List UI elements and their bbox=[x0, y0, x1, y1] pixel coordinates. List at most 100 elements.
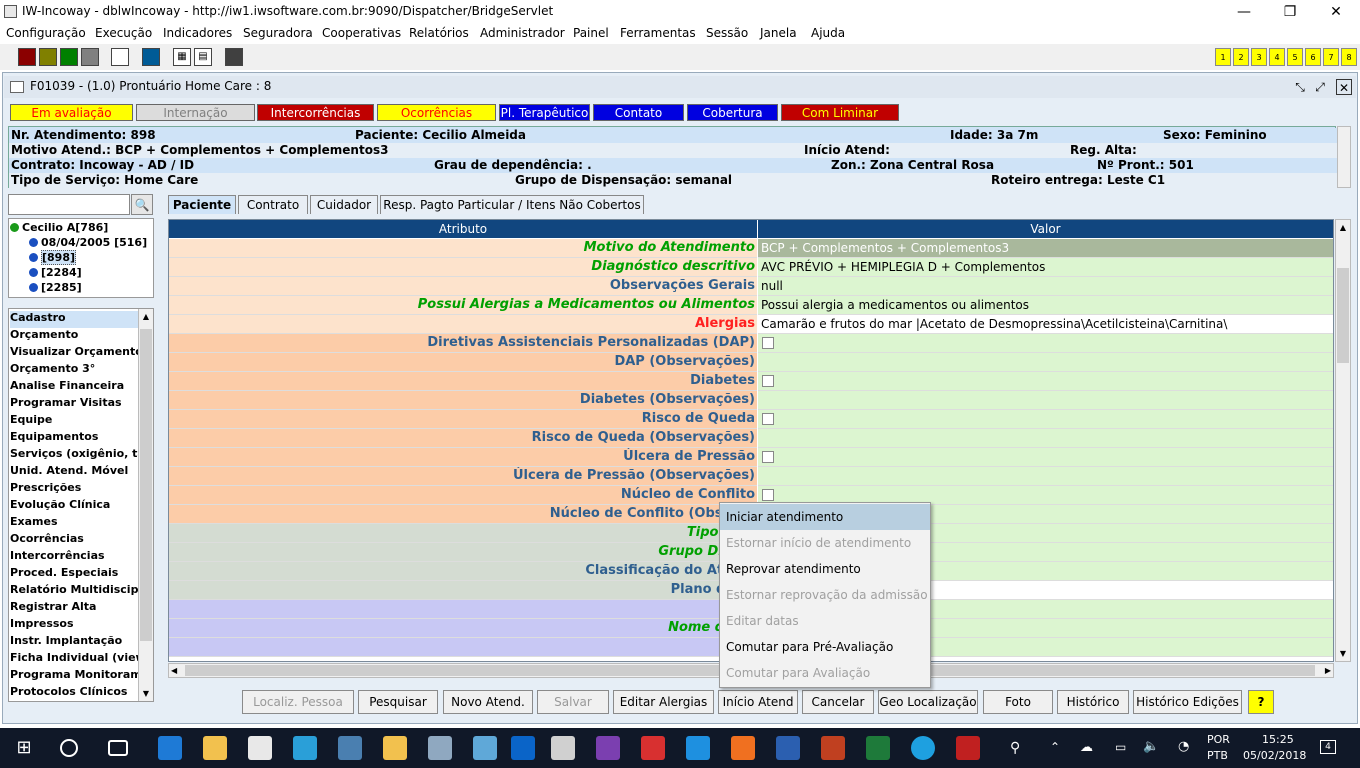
value-cell[interactable]: null bbox=[758, 277, 1333, 296]
toolbar-color-button-2[interactable] bbox=[39, 48, 57, 66]
status-tab-ocorrencias[interactable]: Ocorrências bbox=[377, 104, 496, 121]
historico-edicoes-button[interactable]: Histórico Edições bbox=[1133, 690, 1242, 714]
menu-item-comutar-pre-avaliacao[interactable]: Comutar para Pré-Avaliação bbox=[720, 634, 930, 660]
menu-seguradora[interactable]: Seguradora bbox=[243, 26, 313, 40]
scroll-down-icon[interactable]: ▼ bbox=[139, 686, 153, 701]
toolbar-dark-button[interactable] bbox=[225, 48, 243, 66]
language-secondary[interactable]: PTB bbox=[1207, 749, 1228, 762]
toolbar-color-button-3[interactable] bbox=[60, 48, 78, 66]
menu-relatorios[interactable]: Relatórios bbox=[409, 26, 469, 40]
menu-administrador[interactable]: Administrador bbox=[480, 26, 565, 40]
table-row[interactable]: Observações Gerais null bbox=[169, 277, 1333, 296]
skype-icon[interactable] bbox=[911, 736, 935, 760]
inicio-atend-button[interactable]: Início Atend bbox=[718, 690, 798, 714]
table-row[interactable]: DAP (Observações) bbox=[169, 353, 1333, 372]
quick-button-2[interactable]: 2 bbox=[1233, 48, 1249, 66]
nav-item-18[interactable]: Impressos bbox=[10, 617, 140, 634]
table-row[interactable]: Diretivas Assistenciais Personalizadas (… bbox=[169, 334, 1333, 353]
tree-root[interactable]: Cecilio A[786] bbox=[10, 221, 108, 234]
value-cell[interactable]: Possui alergia a medicamentos ou aliment… bbox=[758, 296, 1333, 315]
scroll-up-icon[interactable]: ▲ bbox=[1336, 220, 1350, 235]
nav-item-17[interactable]: Registrar Alta bbox=[10, 600, 140, 617]
notifications-icon[interactable]: 4 bbox=[1320, 740, 1336, 754]
nav-item-21[interactable]: Programa Monitoramer bbox=[10, 668, 140, 685]
nav-item-15[interactable]: Proced. Especiais bbox=[10, 566, 140, 583]
toolbar-blue-button[interactable] bbox=[142, 48, 160, 66]
scroll-right-icon[interactable]: ▶ bbox=[1325, 664, 1331, 677]
toolbar-color-button-4[interactable] bbox=[81, 48, 99, 66]
app-red-icon[interactable] bbox=[641, 736, 665, 760]
menu-item-reprovar-atendimento[interactable]: Reprovar atendimento bbox=[720, 556, 930, 582]
store-icon[interactable] bbox=[293, 736, 317, 760]
scroll-left-icon[interactable]: ◀ bbox=[171, 664, 177, 677]
nav-scrollbar[interactable]: ▲ ▼ bbox=[138, 309, 153, 701]
tree-node-2284[interactable]: [2284] bbox=[29, 266, 82, 279]
value-cell[interactable] bbox=[758, 448, 1333, 467]
cancelar-button[interactable]: Cancelar bbox=[802, 690, 874, 714]
task-view-icon[interactable] bbox=[108, 740, 128, 756]
nav-item-2[interactable]: Visualizar Orçamento bbox=[10, 345, 140, 362]
nav-item-11[interactable]: Evolução Clínica bbox=[10, 498, 140, 515]
menu-cooperativas[interactable]: Cooperativas bbox=[322, 26, 401, 40]
tab-resp-pagto[interactable]: Resp. Pagto Particular / Itens Não Cober… bbox=[380, 195, 644, 214]
java-icon[interactable] bbox=[551, 736, 575, 760]
cloud-icon[interactable]: ☁ bbox=[1080, 740, 1093, 755]
value-cell[interactable] bbox=[758, 353, 1333, 372]
menu-painel[interactable]: Painel bbox=[573, 26, 609, 40]
nav-item-4[interactable]: Analise Financeira bbox=[10, 379, 140, 396]
value-cell[interactable] bbox=[758, 372, 1333, 391]
close-button[interactable]: ✕ bbox=[1326, 2, 1346, 22]
help-button[interactable]: ? bbox=[1248, 690, 1274, 714]
quick-button-3[interactable]: 3 bbox=[1251, 48, 1267, 66]
document-icon[interactable] bbox=[248, 736, 272, 760]
checkbox[interactable] bbox=[762, 337, 774, 349]
table-row[interactable]: Diabetes (Observações) bbox=[169, 391, 1333, 410]
people-icon[interactable]: ⚲ bbox=[1010, 740, 1020, 756]
clock-date[interactable]: 05/02/2018 bbox=[1243, 749, 1306, 762]
value-cell[interactable] bbox=[758, 391, 1333, 410]
tab-paciente[interactable]: Paciente bbox=[168, 195, 236, 214]
nav-item-12[interactable]: Exames bbox=[10, 515, 140, 532]
menu-configuracao[interactable]: Configuração bbox=[6, 26, 86, 40]
window-cascade-icon[interactable]: ▤ bbox=[194, 48, 212, 66]
tree-node-2285[interactable]: [2285] bbox=[29, 281, 82, 294]
nav-item-1[interactable]: Orçamento bbox=[10, 328, 140, 345]
tab-cuidador[interactable]: Cuidador bbox=[310, 195, 378, 214]
tree-node-898[interactable]: [898] bbox=[29, 250, 77, 265]
salvar-button[interactable]: Salvar bbox=[537, 690, 609, 714]
battery-icon[interactable]: ▭ bbox=[1115, 740, 1126, 754]
monitor-icon[interactable] bbox=[428, 736, 452, 760]
quick-button-6[interactable]: 6 bbox=[1305, 48, 1321, 66]
maximize-button[interactable]: ❐ bbox=[1280, 2, 1300, 22]
nav-item-22[interactable]: Protocolos Clínicos bbox=[10, 685, 140, 701]
table-vertical-scrollbar[interactable]: ▲ ▼ bbox=[1335, 219, 1351, 662]
value-cell[interactable]: Camarão e frutos do mar |Acetato de Desm… bbox=[758, 315, 1333, 334]
menu-janela[interactable]: Janela bbox=[760, 26, 797, 40]
status-tab-pl-terapeutico[interactable]: Pl. Terapêutico bbox=[499, 104, 590, 121]
nav-item-14[interactable]: Intercorrências bbox=[10, 549, 140, 566]
menu-sessao[interactable]: Sessão bbox=[706, 26, 748, 40]
historico-button[interactable]: Histórico bbox=[1057, 690, 1129, 714]
table-row[interactable]: Úlcera de Pressão bbox=[169, 448, 1333, 467]
nav-item-20[interactable]: Ficha Individual (viewer bbox=[10, 651, 140, 668]
nav-item-9[interactable]: Unid. Atend. Móvel bbox=[10, 464, 140, 481]
status-tab-contato[interactable]: Contato bbox=[593, 104, 684, 121]
checkbox[interactable] bbox=[762, 451, 774, 463]
localiz-pessoa-button[interactable]: Localiz. Pessoa bbox=[242, 690, 354, 714]
foto-button[interactable]: Foto bbox=[983, 690, 1053, 714]
value-cell[interactable]: BCP + Complementos + Complementos3 bbox=[758, 239, 1333, 258]
network-icon[interactable] bbox=[338, 736, 362, 760]
volume-icon[interactable]: 🔈 bbox=[1143, 739, 1159, 754]
excel-icon[interactable] bbox=[866, 736, 890, 760]
checkbox[interactable] bbox=[762, 489, 774, 501]
geo-localizacao-button[interactable]: Geo Localização bbox=[878, 690, 978, 714]
quick-button-5[interactable]: 5 bbox=[1287, 48, 1303, 66]
minimize-button[interactable]: — bbox=[1234, 2, 1254, 22]
menu-item-comutar-avaliacao[interactable]: Comutar para Avaliação bbox=[720, 660, 930, 686]
clock-time[interactable]: 15:25 bbox=[1262, 733, 1294, 746]
nav-item-7[interactable]: Equipamentos bbox=[10, 430, 140, 447]
nav-item-16[interactable]: Relatório Multidisciplina bbox=[10, 583, 140, 600]
table-row[interactable]: Risco de Queda (Observações) bbox=[169, 429, 1333, 448]
checkbox[interactable] bbox=[762, 413, 774, 425]
pdf-icon[interactable] bbox=[956, 736, 980, 760]
